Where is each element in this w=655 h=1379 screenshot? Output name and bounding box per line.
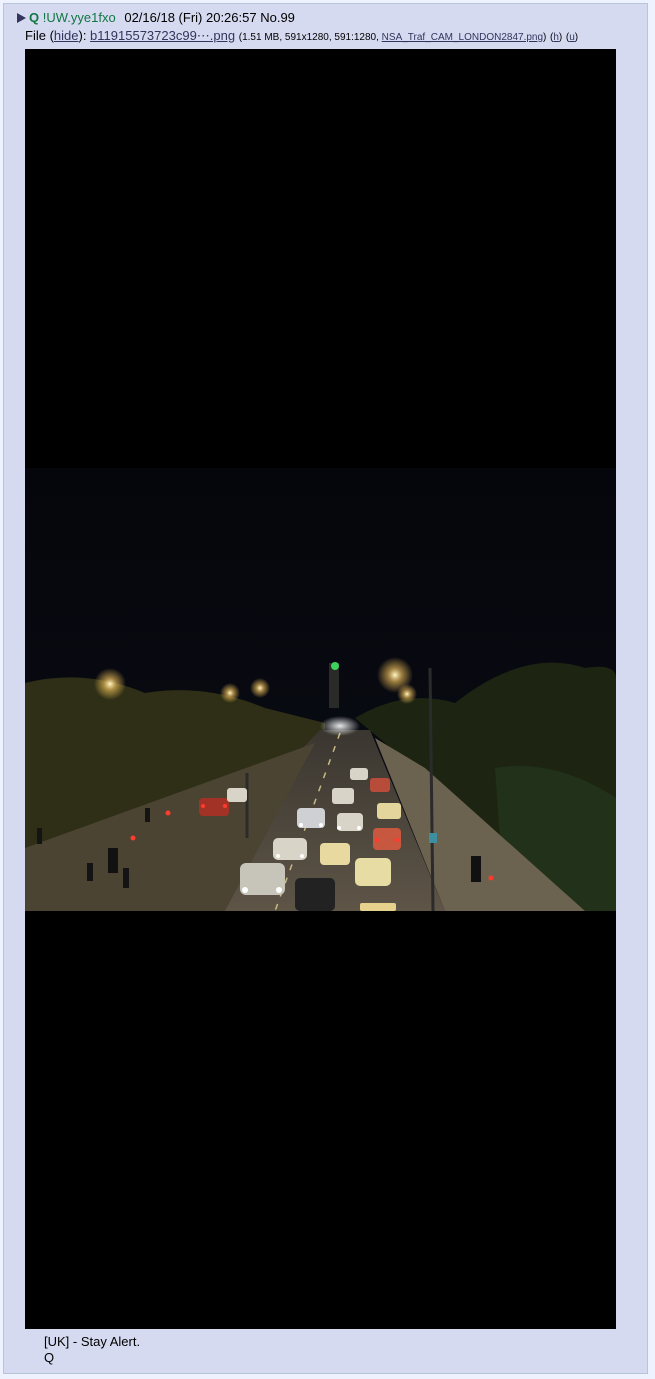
post-date: 02/16/18 (Fri) 20:26:57 bbox=[124, 10, 257, 25]
h-link[interactable]: h bbox=[553, 32, 559, 43]
file-meta: (1.51 MB, 591x1280, 591:1280, NSA_Traf_C… bbox=[238, 32, 547, 43]
poster-tripcode: !UW.yye1fxo bbox=[42, 10, 116, 25]
file-dimensions: 591x1280 bbox=[284, 32, 329, 43]
post-image[interactable] bbox=[25, 49, 616, 1329]
triangle-right-icon[interactable] bbox=[17, 13, 26, 23]
message-line: [UK] - Stay Alert. bbox=[44, 1334, 141, 1349]
message-signature: Q bbox=[44, 1350, 55, 1365]
post-number-link[interactable]: No.99 bbox=[260, 10, 295, 25]
file-prefix: File bbox=[25, 28, 46, 43]
post-message: [UK] - Stay Alert. Q bbox=[44, 1334, 140, 1366]
post-container: Q !UW.yye1fxo 02/16/18 (Fri) 20:26:57 No… bbox=[3, 3, 648, 1374]
file-ratio: 591:1280 bbox=[334, 32, 377, 43]
file-name-link[interactable]: b11915573723c99⋯.png bbox=[90, 28, 235, 43]
h-link-wrap: (h) bbox=[550, 32, 563, 43]
u-link[interactable]: u bbox=[569, 32, 575, 43]
poster-name: Q bbox=[29, 10, 40, 25]
night-traffic-photo bbox=[25, 468, 616, 911]
file-info: File (hide): b11915573723c99⋯.png (1.51 … bbox=[25, 28, 579, 43]
original-filename-link[interactable]: NSA_Traf_CAM_LONDON2847.png bbox=[382, 32, 543, 43]
hide-file-link[interactable]: hide bbox=[54, 28, 79, 43]
post-header: Q !UW.yye1fxo 02/16/18 (Fri) 20:26:57 No… bbox=[17, 10, 295, 26]
u-link-wrap: (u) bbox=[565, 32, 579, 43]
file-size: 1.51 MB bbox=[242, 32, 280, 43]
